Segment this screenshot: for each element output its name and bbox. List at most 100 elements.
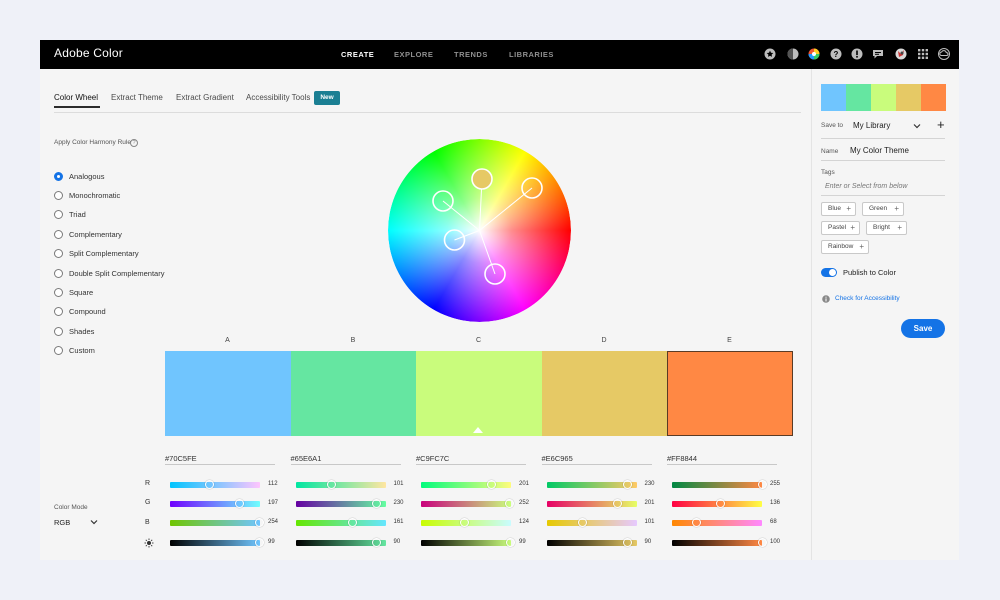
- slider-knob[interactable]: [623, 538, 632, 547]
- nav-create[interactable]: CREATE: [341, 50, 374, 59]
- radio-button[interactable]: [54, 249, 63, 259]
- slider-knob[interactable]: [487, 480, 497, 489]
- hex-value-a[interactable]: #70C5FE: [165, 454, 197, 463]
- radio-button[interactable]: [54, 326, 63, 336]
- creative-cloud-icon[interactable]: [938, 48, 950, 60]
- slider-knob[interactable]: [577, 518, 587, 527]
- slider-b-c[interactable]: [421, 518, 511, 527]
- radio-button[interactable]: [54, 346, 63, 356]
- star-icon[interactable]: [764, 48, 776, 60]
- moon-icon[interactable]: [787, 48, 799, 60]
- harmony-option-shades[interactable]: Shades: [54, 325, 94, 337]
- radio-button[interactable]: [54, 268, 63, 278]
- slider-knob[interactable]: [326, 480, 336, 489]
- check-accessibility-link[interactable]: Check for Accessibility: [835, 295, 900, 302]
- radio-button[interactable]: [54, 307, 63, 317]
- slider-knob[interactable]: [505, 538, 515, 547]
- slider-knob[interactable]: [757, 538, 767, 547]
- color-swatch-d[interactable]: [541, 351, 667, 436]
- hex-value-c[interactable]: #C9FC7C: [416, 454, 449, 463]
- harmony-option-split-complementary[interactable]: Split Complementary: [54, 248, 139, 260]
- radio-button[interactable]: [54, 190, 63, 200]
- slider-g-d[interactable]: [546, 499, 637, 508]
- harmony-option-triad[interactable]: Triad: [54, 209, 86, 221]
- theme-name-input[interactable]: My Color Theme: [850, 146, 909, 155]
- tag-rainbow[interactable]: Rainbow +: [821, 240, 869, 254]
- info-icon[interactable]: ?: [130, 139, 138, 147]
- tag-bright[interactable]: Bright +: [866, 221, 907, 235]
- radio-button[interactable]: [54, 171, 63, 181]
- plus-icon[interactable]: +: [859, 241, 864, 253]
- slider-g-a[interactable]: [170, 499, 260, 508]
- slider-r-c[interactable]: [421, 480, 511, 489]
- slider-knob[interactable]: [623, 480, 633, 489]
- tags-input[interactable]: Enter or Select from below: [825, 183, 907, 190]
- harmony-option-custom[interactable]: Custom: [54, 345, 95, 357]
- nav-libraries[interactable]: LIBRARIES: [509, 50, 554, 59]
- slider-knob[interactable]: [460, 518, 470, 527]
- add-library-button[interactable]: +: [937, 117, 945, 132]
- slider-br-d[interactable]: [546, 538, 637, 547]
- save-button[interactable]: Save: [901, 319, 945, 338]
- tag-green[interactable]: Green +: [862, 202, 904, 216]
- tab-accessibility-tools[interactable]: Accessibility Tools: [246, 93, 310, 102]
- alert-icon[interactable]: [851, 48, 863, 60]
- plus-icon[interactable]: +: [846, 203, 851, 215]
- plus-icon[interactable]: +: [897, 222, 902, 234]
- nav-trends[interactable]: TRENDS: [454, 50, 488, 59]
- color-wheel-icon[interactable]: [808, 48, 820, 60]
- harmony-option-square[interactable]: Square: [54, 286, 93, 298]
- radio-button[interactable]: [54, 229, 63, 239]
- nav-explore[interactable]: EXPLORE: [394, 50, 433, 59]
- radio-button[interactable]: [54, 287, 63, 297]
- color-handle-d[interactable]: [471, 168, 493, 190]
- harmony-option-complementary[interactable]: Complementary: [54, 228, 122, 240]
- harmony-option-analogous[interactable]: Analogous: [54, 170, 104, 182]
- tab-extract-gradient[interactable]: Extract Gradient: [176, 93, 234, 102]
- slider-br-e[interactable]: [672, 538, 767, 547]
- slider-knob[interactable]: [372, 538, 381, 547]
- hex-value-b[interactable]: #65E6A1: [291, 454, 322, 463]
- hex-value-d[interactable]: #E6C965: [542, 454, 573, 463]
- slider-knob[interactable]: [255, 518, 265, 527]
- chevron-down-icon[interactable]: [90, 518, 98, 526]
- slider-g-c[interactable]: [421, 499, 515, 508]
- radio-button[interactable]: [54, 210, 63, 220]
- slider-b-b[interactable]: [295, 518, 386, 527]
- tag-pastel[interactable]: Pastel +: [821, 221, 860, 235]
- color-swatch-b[interactable]: [290, 351, 416, 436]
- plus-icon[interactable]: +: [850, 222, 855, 234]
- slider-r-e[interactable]: [672, 480, 767, 489]
- slider-knob[interactable]: [347, 518, 357, 527]
- slider-b-a[interactable]: [170, 518, 265, 527]
- slider-br-c[interactable]: [421, 538, 515, 547]
- publish-toggle[interactable]: [821, 268, 837, 277]
- color-mode-select[interactable]: RGB: [54, 518, 70, 527]
- slider-knob[interactable]: [715, 499, 725, 508]
- slider-r-a[interactable]: [170, 480, 260, 489]
- slider-b-d[interactable]: [546, 518, 637, 527]
- slider-knob[interactable]: [235, 499, 245, 508]
- slider-knob[interactable]: [612, 499, 622, 508]
- plus-icon[interactable]: +: [894, 203, 899, 215]
- slider-knob[interactable]: [757, 480, 767, 489]
- hex-value-e[interactable]: #FF8844: [667, 454, 697, 463]
- slider-knob[interactable]: [691, 518, 701, 527]
- help-icon[interactable]: ?: [830, 48, 842, 60]
- slider-br-b[interactable]: [295, 538, 386, 547]
- color-swatch-e[interactable]: [667, 351, 793, 436]
- slider-knob[interactable]: [505, 499, 515, 508]
- library-chevron-icon[interactable]: [913, 122, 921, 130]
- chat-icon[interactable]: [872, 48, 884, 60]
- tab-color-wheel[interactable]: Color Wheel: [54, 93, 98, 102]
- harmony-option-double-split-complementary[interactable]: Double Split Complementary: [54, 267, 164, 279]
- slider-g-e[interactable]: [672, 499, 762, 508]
- slider-knob[interactable]: [254, 538, 264, 547]
- harmony-option-monochromatic[interactable]: Monochromatic: [54, 189, 120, 201]
- user-avatar[interactable]: [895, 48, 907, 60]
- color-swatch-c[interactable]: [416, 351, 542, 436]
- tag-blue[interactable]: Blue +: [821, 202, 856, 216]
- slider-r-b[interactable]: [295, 480, 386, 489]
- slider-g-b[interactable]: [295, 499, 386, 508]
- slider-br-a[interactable]: [170, 538, 264, 547]
